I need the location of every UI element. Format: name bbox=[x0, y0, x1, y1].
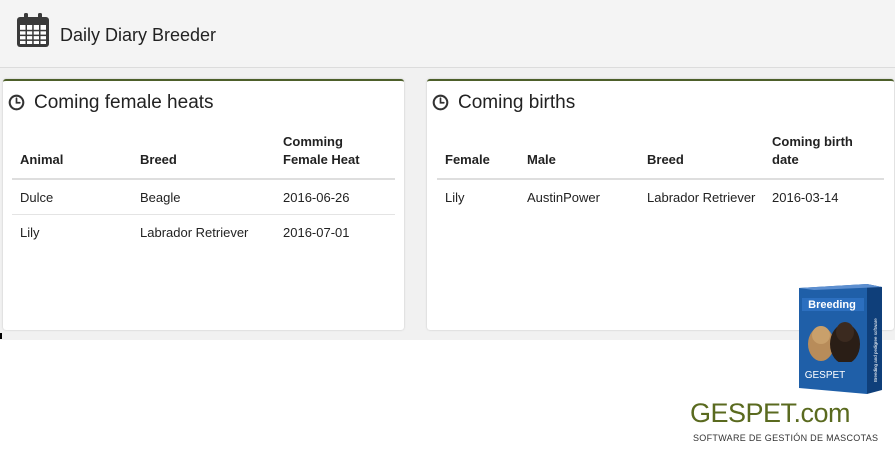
box-side-text: Breeding and pedigree software bbox=[873, 318, 878, 382]
edge-mark bbox=[0, 333, 2, 339]
female-cell: Lily bbox=[445, 189, 465, 205]
table-row: Dulce Beagle 2016-06-26 bbox=[12, 179, 395, 215]
column-header-female-heat-label: Comming Female Heat bbox=[283, 134, 360, 167]
table-row: Lily AustinPower Labrador Retriever 2016… bbox=[437, 179, 884, 214]
animal-cell: Dulce bbox=[12, 179, 132, 215]
coming-births-table: Female Male Breed Coming birth date Lily… bbox=[437, 133, 884, 214]
female-heats-panel: Coming female heats Animal Breed Comming… bbox=[3, 79, 404, 330]
column-header-birth-date: Coming birth date bbox=[764, 133, 884, 180]
heat-date-cell: 2016-06-26 bbox=[275, 179, 395, 215]
column-header-female-heat: Comming Female Heat bbox=[275, 133, 395, 180]
table-row: Lily Labrador Retriever 2016-07-01 bbox=[12, 215, 395, 250]
gespet-tagline: SOFTWARE DE GESTIÓN DE MASCOTAS bbox=[693, 433, 879, 443]
column-header-birth-date-label: Coming birth date bbox=[772, 134, 853, 167]
clock-icon bbox=[432, 94, 449, 111]
app-background: Daily Diary Breeder Coming female heats … bbox=[0, 0, 895, 340]
coming-births-title: Coming births bbox=[458, 92, 576, 113]
page-title: Daily Diary Breeder bbox=[60, 25, 217, 45]
box-brand: GESPET bbox=[805, 370, 846, 381]
box-label: Breeding bbox=[808, 299, 856, 311]
header-bar: Daily Diary Breeder bbox=[0, 0, 895, 68]
breed-cell: Labrador Retriever bbox=[140, 224, 249, 240]
female-heats-title: Coming female heats bbox=[34, 92, 214, 113]
female-heats-table: Animal Breed Comming Female Heat Dulce B… bbox=[12, 133, 395, 249]
clock-icon bbox=[8, 94, 25, 111]
breed-cell: Labrador Retriever bbox=[647, 189, 756, 205]
table-header-row: Animal Breed Comming Female Heat bbox=[12, 133, 395, 180]
software-box-image: Breeding GESPET Breeding and pedigree so… bbox=[799, 284, 882, 394]
breed-cell: Beagle bbox=[132, 179, 275, 215]
column-header-animal: Animal bbox=[12, 133, 132, 180]
birth-date-cell: 2016-03-14 bbox=[772, 189, 839, 205]
column-header-breed: Breed bbox=[639, 133, 764, 180]
column-header-female: Female bbox=[437, 133, 519, 180]
column-header-breed: Breed bbox=[132, 133, 275, 180]
table-header-row: Female Male Breed Coming birth date bbox=[437, 133, 884, 180]
gespet-logo: GESPET.com bbox=[690, 398, 851, 428]
calendar-icon bbox=[17, 13, 49, 47]
male-cell: AustinPower bbox=[527, 189, 600, 205]
animal-cell: Lily bbox=[20, 224, 40, 240]
column-header-male: Male bbox=[519, 133, 639, 180]
heat-date-cell: 2016-07-01 bbox=[283, 224, 350, 240]
